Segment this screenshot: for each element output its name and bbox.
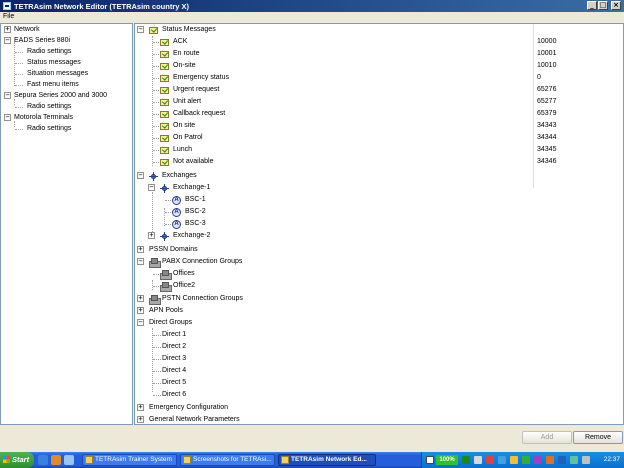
help-icon[interactable] xyxy=(426,456,434,464)
collapse-icon[interactable]: − xyxy=(4,114,11,121)
message-icon xyxy=(160,63,169,70)
network-icon xyxy=(160,184,169,193)
tray-icon[interactable] xyxy=(510,456,518,464)
remove-button[interactable]: Remove xyxy=(573,431,623,444)
close-button[interactable]: × xyxy=(611,1,621,10)
message-icon xyxy=(160,135,169,142)
expand-icon[interactable]: + xyxy=(137,295,144,302)
tray-icon[interactable] xyxy=(498,456,506,464)
minimize-button[interactable]: _ xyxy=(587,1,597,10)
message-icon xyxy=(160,123,169,130)
message-icon xyxy=(160,87,169,94)
expand-icon[interactable]: + xyxy=(4,26,11,33)
folder-icon xyxy=(183,456,191,464)
network-tray-icon[interactable] xyxy=(462,456,470,464)
collapse-icon[interactable]: − xyxy=(148,184,155,191)
task-screenshots-folder[interactable]: Screenshots for TETRAsi... xyxy=(180,454,275,466)
tree-node-status-messages[interactable]: − Status Messages xyxy=(135,24,623,36)
pstn-icon xyxy=(149,295,161,305)
message-icon xyxy=(160,159,169,166)
app-icon xyxy=(3,2,11,10)
start-button[interactable]: Start xyxy=(0,452,34,468)
quicklaunch-desktop-icon[interactable] xyxy=(64,455,74,465)
status-message-row[interactable]: Callback request 65379 xyxy=(135,108,623,120)
window-title: TETRAsim Network Editor (TETRAsim countr… xyxy=(14,1,190,11)
add-button[interactable]: Add xyxy=(522,431,572,444)
tray-icon[interactable] xyxy=(582,456,590,464)
quicklaunch-ie-icon[interactable] xyxy=(38,455,48,465)
title-bar: TETRAsim Network Editor (TETRAsim countr… xyxy=(0,0,624,12)
base-station-icon: A xyxy=(172,196,181,205)
expand-icon[interactable]: + xyxy=(137,416,144,423)
message-icon xyxy=(160,147,169,154)
maximize-button[interactable]: □ xyxy=(598,1,608,10)
taskbar: Start TETRAsim Trainer System Screenshot… xyxy=(0,452,624,468)
tray-icon[interactable] xyxy=(546,456,554,464)
task-network-editor[interactable]: TETRAsim Network Ed... xyxy=(278,454,376,466)
network-tree-pane[interactable]: − Status Messages ACK 10000 En route 100… xyxy=(134,23,624,425)
pabx-icon xyxy=(160,282,172,292)
expand-icon[interactable]: + xyxy=(137,307,144,314)
status-message-row[interactable]: Urgent request 65276 xyxy=(135,84,623,96)
security-icon[interactable] xyxy=(486,456,494,464)
tray-icon[interactable] xyxy=(558,456,566,464)
status-message-row[interactable]: En route 10001 xyxy=(135,48,623,60)
clock[interactable]: 22:37 xyxy=(604,452,620,468)
collapse-icon[interactable]: − xyxy=(137,172,144,179)
menu-bar: File xyxy=(0,12,624,22)
pabx-icon xyxy=(149,258,161,268)
status-message-row[interactable]: On Patrol 34344 xyxy=(135,132,623,144)
collapse-icon[interactable]: − xyxy=(4,37,11,44)
status-message-row[interactable]: Emergency status 0 xyxy=(135,72,623,84)
expand-icon[interactable]: + xyxy=(137,404,144,411)
status-message-row[interactable]: Unit alert 65277 xyxy=(135,96,623,108)
collapse-icon[interactable]: − xyxy=(137,319,144,326)
status-message-row[interactable]: ACK 10000 xyxy=(135,36,623,48)
status-message-row[interactable]: Lunch 34345 xyxy=(135,144,623,156)
collapse-icon[interactable]: − xyxy=(137,258,144,265)
expand-icon[interactable]: + xyxy=(137,246,144,253)
task-trainer-system[interactable]: TETRAsim Trainer System xyxy=(82,454,177,466)
app-icon xyxy=(281,456,289,464)
collapse-icon[interactable]: − xyxy=(4,92,11,99)
message-icon xyxy=(149,27,158,34)
network-icon xyxy=(149,172,158,181)
pabx-icon xyxy=(160,270,172,280)
battery-indicator[interactable]: 100% xyxy=(436,455,458,465)
message-icon xyxy=(160,111,169,118)
status-message-row[interactable]: On site 34343 xyxy=(135,120,623,132)
base-station-icon: A xyxy=(172,208,181,217)
message-icon xyxy=(160,75,169,82)
status-message-row[interactable]: Not available 34346 xyxy=(135,156,623,168)
volume-icon[interactable] xyxy=(474,456,482,464)
network-icon xyxy=(160,232,169,241)
message-icon xyxy=(160,51,169,58)
tray-icon[interactable] xyxy=(534,456,542,464)
menu-file[interactable]: File xyxy=(3,13,14,20)
message-icon xyxy=(160,39,169,46)
base-station-icon: A xyxy=(172,220,181,229)
terminal-tree-pane[interactable]: + Network − EADS Series 880i Radio setti… xyxy=(0,23,133,425)
tray-icon[interactable] xyxy=(570,456,578,464)
expand-icon[interactable]: + xyxy=(148,232,155,239)
quicklaunch-firefox-icon[interactable] xyxy=(51,455,61,465)
status-message-row[interactable]: On-site 10010 xyxy=(135,60,623,72)
message-icon xyxy=(160,99,169,106)
collapse-icon[interactable]: − xyxy=(137,26,144,33)
app-icon xyxy=(85,456,93,464)
tray-icon[interactable] xyxy=(522,456,530,464)
